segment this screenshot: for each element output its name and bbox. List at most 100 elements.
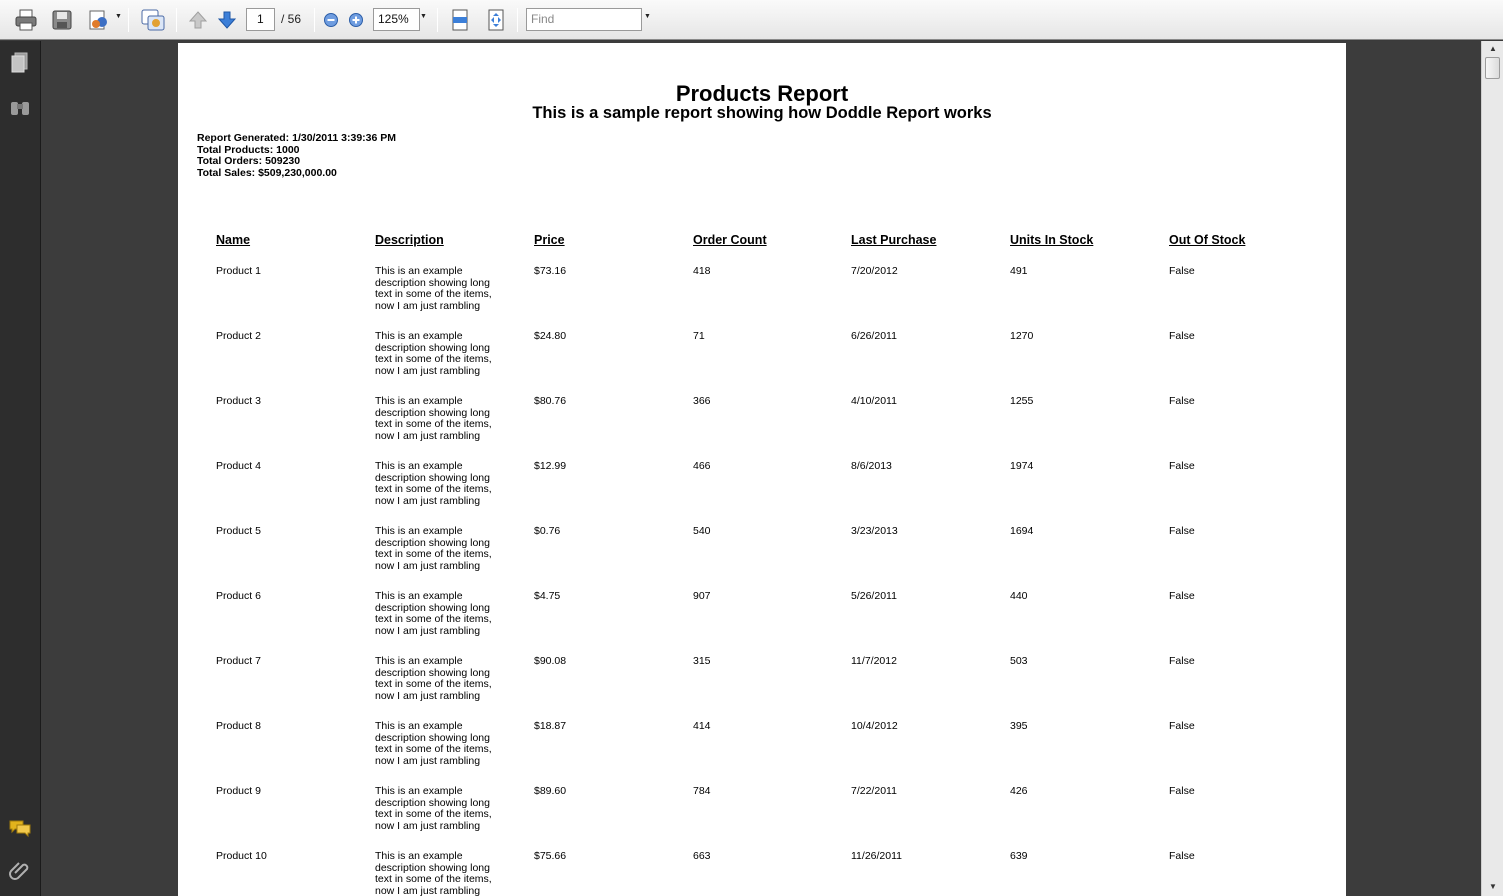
row-name: Product 10 bbox=[216, 850, 267, 862]
report-summary: Report Generated: 1/30/2011 3:39:36 PM T… bbox=[197, 132, 397, 179]
row-description-line: text in some of the items, bbox=[375, 873, 492, 885]
row-order-count: 414 bbox=[693, 720, 711, 732]
arrow-up-icon[interactable] bbox=[186, 6, 210, 34]
row-out-of-stock: False bbox=[1169, 525, 1195, 537]
row-order-count: 315 bbox=[693, 655, 711, 667]
toolbar-separator bbox=[437, 8, 438, 32]
row-units-in-stock: 440 bbox=[1010, 590, 1028, 602]
row-out-of-stock: False bbox=[1169, 330, 1195, 342]
row-description-line: text in some of the items, bbox=[375, 743, 492, 755]
comments-icon[interactable] bbox=[8, 816, 32, 840]
zoom-out-icon[interactable] bbox=[322, 6, 340, 34]
row-last-purchase: 6/26/2011 bbox=[851, 330, 897, 342]
collaborate-icon[interactable] bbox=[138, 6, 168, 34]
column-header-name: Name bbox=[216, 233, 251, 247]
page-number-input[interactable]: 1 bbox=[246, 8, 275, 31]
row-description-line: now I am just rambling bbox=[375, 364, 481, 377]
row-price: $12.99 bbox=[534, 460, 567, 472]
row-order-count: 540 bbox=[693, 525, 711, 537]
row-price: $4.75 bbox=[534, 590, 561, 602]
row-units-in-stock: 1270 bbox=[1010, 330, 1034, 342]
row-last-purchase: 11/7/2012 bbox=[851, 655, 897, 667]
row-last-purchase: 3/23/2013 bbox=[851, 525, 898, 537]
document-area: Products Report This is a sample report … bbox=[41, 41, 1481, 896]
scrollbar-thumb[interactable] bbox=[1485, 57, 1500, 79]
row-description-line: This is an example bbox=[375, 655, 463, 667]
row-description-line: This is an example bbox=[375, 395, 463, 407]
row-order-count: 418 bbox=[693, 265, 711, 277]
row-out-of-stock: False bbox=[1169, 655, 1195, 667]
toolbar-separator bbox=[128, 8, 129, 32]
print-icon[interactable] bbox=[12, 6, 40, 34]
row-last-purchase: 5/26/2011 bbox=[851, 590, 897, 602]
toolbar: ▼ 1 / 56 125% ▼ Find ▼ bbox=[0, 0, 1503, 40]
row-name: Product 3 bbox=[216, 395, 261, 407]
row-description: This is an example description showing lo… bbox=[375, 265, 510, 312]
row-description: This is an example description showing lo… bbox=[375, 395, 510, 442]
row-description-line: now I am just rambling bbox=[375, 299, 481, 312]
row-description-line: This is an example bbox=[375, 460, 463, 472]
zoom-level-input[interactable]: 125% bbox=[373, 8, 420, 31]
sign-icon[interactable] bbox=[84, 6, 114, 34]
binoculars-icon[interactable] bbox=[8, 96, 32, 120]
row-description-line: This is an example bbox=[375, 720, 463, 732]
row-out-of-stock: False bbox=[1169, 265, 1195, 277]
row-order-count: 784 bbox=[693, 785, 711, 797]
row-name: Product 4 bbox=[216, 460, 261, 472]
row-name: Product 8 bbox=[216, 720, 261, 732]
scroll-up-icon[interactable]: ▲ bbox=[1485, 42, 1501, 56]
row-price: $89.60 bbox=[534, 785, 567, 797]
row-last-purchase: 10/4/2012 bbox=[851, 720, 898, 732]
scroll-down-icon[interactable]: ▼ bbox=[1485, 880, 1501, 894]
row-description-line: now I am just rambling bbox=[375, 429, 481, 442]
chevron-down-icon[interactable]: ▼ bbox=[115, 13, 122, 20]
row-out-of-stock: False bbox=[1169, 590, 1195, 602]
fit-width-icon[interactable] bbox=[448, 6, 472, 34]
row-description: This is an example description showing lo… bbox=[375, 590, 510, 637]
page-total: / 56 bbox=[281, 12, 302, 26]
row-order-count: 907 bbox=[693, 590, 711, 602]
zoom-in-icon[interactable] bbox=[347, 6, 365, 34]
row-units-in-stock: 1255 bbox=[1010, 395, 1034, 407]
row-description: This is an example description showing lo… bbox=[375, 330, 510, 377]
row-name: Product 5 bbox=[216, 525, 261, 537]
row-description-line: now I am just rambling bbox=[375, 689, 481, 702]
row-price: $18.87 bbox=[534, 720, 567, 732]
row-last-purchase: 7/22/2011 bbox=[851, 785, 897, 797]
row-order-count: 466 bbox=[693, 460, 711, 472]
row-price: $80.76 bbox=[534, 395, 567, 407]
column-header-last-purchase: Last Purchase bbox=[851, 233, 937, 247]
vertical-scrollbar[interactable]: ▲ ▼ bbox=[1481, 41, 1503, 896]
row-description-line: now I am just rambling bbox=[375, 624, 481, 637]
row-description: This is an example description showing lo… bbox=[375, 525, 510, 572]
row-units-in-stock: 639 bbox=[1010, 850, 1028, 862]
row-out-of-stock: False bbox=[1169, 395, 1195, 407]
arrow-down-icon[interactable] bbox=[215, 6, 239, 34]
row-description-line: text in some of the items, bbox=[375, 483, 492, 495]
row-description-line: This is an example bbox=[375, 265, 463, 277]
row-out-of-stock: False bbox=[1169, 785, 1195, 797]
row-name: Product 1 bbox=[216, 265, 261, 277]
row-units-in-stock: 503 bbox=[1010, 655, 1028, 667]
pages-icon[interactable] bbox=[8, 51, 32, 75]
fit-page-icon[interactable] bbox=[484, 6, 508, 34]
row-description-line: This is an example bbox=[375, 785, 463, 797]
column-header-out-of-stock: Out Of Stock bbox=[1169, 233, 1246, 247]
total-sales: Total Sales: $509,230,000.00 bbox=[197, 166, 337, 179]
row-description-line: now I am just rambling bbox=[375, 494, 481, 507]
save-icon[interactable] bbox=[48, 6, 76, 34]
chevron-down-icon[interactable]: ▼ bbox=[420, 13, 427, 20]
total-orders: Total Orders: 509230 bbox=[197, 155, 301, 167]
toolbar-separator bbox=[176, 8, 177, 32]
row-units-in-stock: 395 bbox=[1010, 720, 1028, 732]
row-price: $73.16 bbox=[534, 265, 567, 277]
find-input[interactable]: Find bbox=[526, 8, 642, 31]
row-last-purchase: 8/6/2013 bbox=[851, 460, 892, 472]
report-page: Products Report This is a sample report … bbox=[178, 43, 1346, 896]
column-header-order-count: Order Count bbox=[693, 233, 767, 247]
row-units-in-stock: 1974 bbox=[1010, 460, 1034, 472]
paperclip-icon[interactable] bbox=[8, 859, 32, 883]
report-generated: Report Generated: 1/30/2011 3:39:36 PM bbox=[197, 132, 397, 144]
row-units-in-stock: 491 bbox=[1010, 265, 1028, 277]
chevron-down-icon[interactable]: ▼ bbox=[644, 13, 651, 20]
